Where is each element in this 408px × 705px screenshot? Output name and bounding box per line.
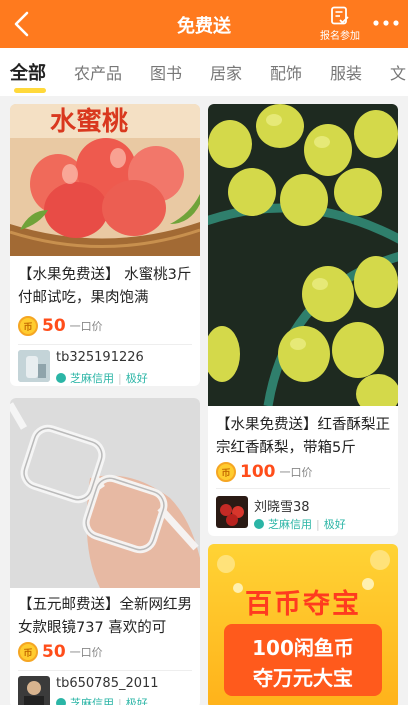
active-tab-indicator xyxy=(14,88,46,93)
glasses-photo xyxy=(10,398,200,588)
top-bar: 免费送 报名参加 xyxy=(0,0,408,48)
ad-title: 百币夺宝 xyxy=(245,589,361,620)
price-row: 币 50 一口价 xyxy=(18,640,103,664)
product-title: 【水果免费送】 水蜜桃3斤付邮试吃，果肉饱满 xyxy=(18,267,192,306)
enroll-label: 报名参加 xyxy=(320,31,360,42)
tab-agriculture[interactable]: 农产品 xyxy=(74,60,122,84)
ad-line1: 100闲鱼币 xyxy=(252,636,354,660)
peach-caption: 水蜜桃 xyxy=(50,106,128,137)
price-unit: 一口价 xyxy=(279,466,313,479)
more-button[interactable] xyxy=(370,12,402,34)
coin-icon: 币 xyxy=(18,642,38,662)
category-tabs: 全部 农产品 图书 居家 配饰 服装 文 xyxy=(0,48,408,96)
credit-rating: 芝麻信用 | 极好 xyxy=(254,516,346,532)
credit-rating: 芝麻信用 | 极好 xyxy=(56,370,148,386)
tab-books[interactable]: 图书 xyxy=(150,60,182,84)
divider xyxy=(216,488,390,489)
credit-label: 芝麻信用 xyxy=(70,697,114,705)
treasure-ad-banner[interactable]: 百币夺宝 100闲鱼币 夺万元大宝 xyxy=(208,544,398,705)
product-card[interactable]: 水蜜桃 【水果免费送】 水蜜桃3斤付邮试吃，果肉饱满 币 50 一口价 tb32… xyxy=(10,104,200,386)
ad-line2: 夺万元大宝 xyxy=(253,666,353,690)
coin-icon: 币 xyxy=(18,316,38,336)
sesame-credit-icon xyxy=(254,519,264,529)
tab-all[interactable]: 全部 xyxy=(10,59,46,85)
tab-more-category[interactable]: 文 xyxy=(390,60,406,84)
credit-level: 极好 xyxy=(125,372,148,385)
product-price: 50 xyxy=(42,642,66,662)
credit-label: 芝麻信用 xyxy=(70,372,114,385)
peaches-photo: 水蜜桃 xyxy=(10,104,200,256)
product-card[interactable]: 【水果免费送】红香酥梨正宗红香酥梨，带箱5斤 币 100 一口价 刘晓雪38 芝… xyxy=(208,104,398,536)
tab-accessories[interactable]: 配饰 xyxy=(270,60,302,84)
seller-avatar[interactable] xyxy=(216,496,248,528)
credit-rating: 芝麻信用 | 极好 xyxy=(56,695,148,705)
avatar-image xyxy=(216,496,248,528)
pears-photo xyxy=(208,104,398,406)
more-dots-icon xyxy=(373,20,399,26)
product-title: 【五元邮费送】全新网红男女款眼镜737 喜欢的可 xyxy=(18,597,192,636)
avatar-image xyxy=(18,676,50,705)
sesame-credit-icon xyxy=(56,698,66,705)
product-image-pears xyxy=(208,104,398,406)
credit-label: 芝麻信用 xyxy=(268,518,312,531)
seller-name[interactable]: tb650785_2011 xyxy=(56,676,159,691)
product-image-glasses xyxy=(10,398,200,588)
credit-level: 极好 xyxy=(125,697,148,705)
price-row: 币 100 一口价 xyxy=(216,460,313,484)
enroll-icon xyxy=(331,6,349,25)
price-row: 币 50 一口价 xyxy=(18,314,103,338)
credit-separator: | xyxy=(316,517,320,531)
credit-separator: | xyxy=(118,371,122,385)
avatar-image xyxy=(18,350,50,382)
enroll-button[interactable]: 报名参加 xyxy=(318,6,362,44)
price-unit: 一口价 xyxy=(69,646,103,659)
product-card[interactable]: 【五元邮费送】全新网红男女款眼镜737 喜欢的可 币 50 一口价 tb6507… xyxy=(10,398,200,705)
coin-icon: 币 xyxy=(216,462,236,482)
tab-clothing[interactable]: 服装 xyxy=(330,60,362,84)
seller-name[interactable]: tb325191226 xyxy=(56,350,144,365)
seller-avatar[interactable] xyxy=(18,676,50,705)
divider xyxy=(18,670,192,671)
tab-home[interactable]: 居家 xyxy=(210,60,242,84)
credit-level: 极好 xyxy=(323,518,346,531)
ad-box: 100闲鱼币 夺万元大宝 xyxy=(224,624,382,696)
product-image-peaches: 水蜜桃 xyxy=(10,104,200,256)
sesame-credit-icon xyxy=(56,373,66,383)
price-unit: 一口价 xyxy=(69,320,103,333)
product-price: 100 xyxy=(240,462,276,482)
credit-separator: | xyxy=(118,696,122,705)
product-title: 【水果免费送】红香酥梨正宗红香酥梨，带箱5斤 xyxy=(216,417,390,456)
seller-name[interactable]: 刘晓雪38 xyxy=(254,496,310,515)
seller-avatar[interactable] xyxy=(18,350,50,382)
divider xyxy=(18,344,192,345)
product-price: 50 xyxy=(42,316,66,336)
